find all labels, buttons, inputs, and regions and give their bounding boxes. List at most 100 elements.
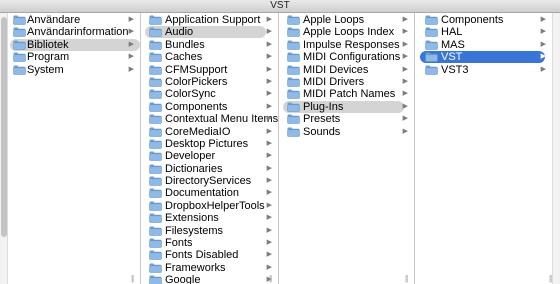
column-resize-handle[interactable]: || <box>131 275 138 283</box>
folder-row[interactable]: Caches ▶ <box>141 51 278 63</box>
finder-column-1: Användare ▶ Användarinformation ▶ Bibliotek ▶… <box>8 13 141 284</box>
disclosure-arrow-icon: ▶ <box>402 40 408 48</box>
disclosure-arrow-icon: ▶ <box>266 214 272 222</box>
folder-label: Bundles <box>165 38 205 51</box>
folder-label: CFMSupport <box>165 63 228 76</box>
folder-row[interactable]: MIDI Configurations ▶ <box>279 51 414 63</box>
disclosure-arrow-icon: ▶ <box>266 251 272 259</box>
folder-label: Google <box>165 274 201 284</box>
folder-row[interactable]: System ▶ <box>8 64 140 76</box>
folder-row[interactable]: Frameworks ▶ <box>141 262 278 274</box>
folder-row[interactable]: DropboxHelperTools ▶ <box>141 200 278 212</box>
folder-label: Program <box>27 51 70 64</box>
folder-label: MIDI Patch Names <box>303 88 396 101</box>
disclosure-arrow-icon: ▶ <box>402 127 408 135</box>
folder-row[interactable]: MIDI Drivers ▶ <box>279 76 414 88</box>
folder-icon <box>425 40 438 50</box>
folder-row[interactable]: Användare ▶ <box>8 14 140 26</box>
column-resize-handle[interactable]: || <box>549 275 556 283</box>
folder-row[interactable]: DirectoryServices ▶ <box>141 175 278 187</box>
folder-row[interactable]: Extensions ▶ <box>141 212 278 224</box>
folder-row[interactable]: ColorPickers ▶ <box>141 76 278 88</box>
folder-row[interactable]: Apple Loops Index ▶ <box>279 26 414 38</box>
folder-row[interactable]: MIDI Patch Names ▶ <box>279 88 414 100</box>
disclosure-arrow-icon: ▶ <box>266 127 272 135</box>
folder-row[interactable]: Desktop Pictures ▶ <box>141 138 278 150</box>
folder-row[interactable]: MIDI Devices ▶ <box>279 64 414 76</box>
folder-label: Application Support <box>165 14 261 26</box>
folder-row[interactable]: Components ▶ <box>141 101 278 113</box>
folder-icon <box>149 176 162 186</box>
folder-icon <box>13 15 26 25</box>
folder-label: ColorPickers <box>165 75 228 88</box>
disclosure-arrow-icon: ▶ <box>266 16 272 23</box>
folder-row[interactable]: Presets ▶ <box>279 113 414 125</box>
folder-row[interactable]: Google ▶ <box>141 274 278 284</box>
folder-label: Caches <box>165 51 203 64</box>
folder-row[interactable]: MAS ▶ <box>415 39 552 51</box>
folder-icon <box>149 139 162 149</box>
folder-label: Impulse Responses <box>303 38 400 51</box>
column-list: Components ▶ HAL ▶ MAS ▶ VST ▶ VST3 ▶ <box>415 14 552 76</box>
folder-row[interactable]: CoreMediaIO ▶ <box>141 126 278 138</box>
folder-row[interactable]: VST3 ▶ <box>415 64 552 76</box>
column-0-scrollbar[interactable] <box>0 13 8 284</box>
finder-column-2: Application Support ▶ Audio ▶ Bundles ▶ Caches… <box>141 13 279 284</box>
disclosure-arrow-icon: ▶ <box>402 102 408 110</box>
folder-label: DropboxHelperTools <box>165 199 265 212</box>
folder-row[interactable]: Dictionaries ▶ <box>141 163 278 175</box>
disclosure-arrow-icon: ▶ <box>266 239 272 247</box>
folder-row[interactable]: HAL ▶ <box>415 26 552 38</box>
folder-row[interactable]: CFMSupport ▶ <box>141 64 278 76</box>
folder-row[interactable]: VST ▶ <box>415 51 552 64</box>
selection-highlight <box>283 100 404 113</box>
folder-row[interactable]: Bibliotek ▶ <box>8 38 140 51</box>
folder-icon <box>425 65 438 75</box>
column-4-scrollbar[interactable] <box>552 13 560 284</box>
folder-row[interactable]: Användarinformation ▶ <box>8 26 140 38</box>
folder-icon <box>287 65 300 75</box>
folder-row[interactable]: Filesystems ▶ <box>141 225 278 237</box>
folder-icon <box>287 77 300 87</box>
folder-label: MIDI Configurations <box>303 51 401 64</box>
folder-icon <box>425 15 438 25</box>
folder-row[interactable]: Plug-Ins ▶ <box>279 100 414 113</box>
folder-label: Audio <box>165 26 194 39</box>
folder-label: MIDI Drivers <box>303 75 365 88</box>
folder-icon <box>13 40 26 50</box>
folder-row[interactable]: Sounds ▶ <box>279 126 414 138</box>
folder-row[interactable]: Application Support ▶ <box>141 14 278 26</box>
folder-row[interactable]: Documentation ▶ <box>141 187 278 199</box>
folder-row[interactable]: Fonts ▶ <box>141 237 278 249</box>
folder-icon <box>149 40 162 50</box>
column-resize-handle[interactable]: || <box>269 275 276 283</box>
folder-icon <box>425 27 438 38</box>
folder-row[interactable]: Components ▶ <box>415 14 552 26</box>
folder-icon <box>149 164 162 174</box>
folder-row[interactable]: Program ▶ <box>8 51 140 63</box>
disclosure-arrow-icon: ▶ <box>266 189 272 197</box>
folder-label: Components <box>441 14 504 26</box>
folder-row[interactable]: Impulse Responses ▶ <box>279 39 414 51</box>
disclosure-arrow-icon: ▶ <box>128 28 134 36</box>
folder-label: Documentation <box>165 187 239 200</box>
folder-row[interactable]: Apple Loops ▶ <box>279 14 414 26</box>
folder-row[interactable]: Contextual Menu Items ▶ <box>141 113 278 125</box>
disclosure-arrow-icon: ▶ <box>128 16 134 23</box>
folder-row[interactable]: ColorSync ▶ <box>141 88 278 100</box>
disclosure-arrow-icon: ▶ <box>402 65 408 73</box>
disclosure-arrow-icon: ▶ <box>402 90 408 98</box>
folder-icon <box>149 275 162 284</box>
folder-row[interactable]: Bundles ▶ <box>141 39 278 51</box>
column-list: Apple Loops ▶ Apple Loops Index ▶ Impulse Re… <box>279 14 414 138</box>
folder-row[interactable]: Developer ▶ <box>141 150 278 162</box>
folder-icon <box>149 213 162 223</box>
disclosure-arrow-icon: ▶ <box>128 65 134 73</box>
folder-icon <box>149 263 162 273</box>
folder-row[interactable]: Fonts Disabled ▶ <box>141 249 278 261</box>
column-0-scroll-thumb[interactable] <box>1 17 7 237</box>
folder-label: Presets <box>303 113 341 126</box>
folder-icon <box>149 238 162 248</box>
folder-row[interactable]: Audio ▶ <box>141 26 278 39</box>
column-resize-handle[interactable]: || <box>405 275 412 283</box>
